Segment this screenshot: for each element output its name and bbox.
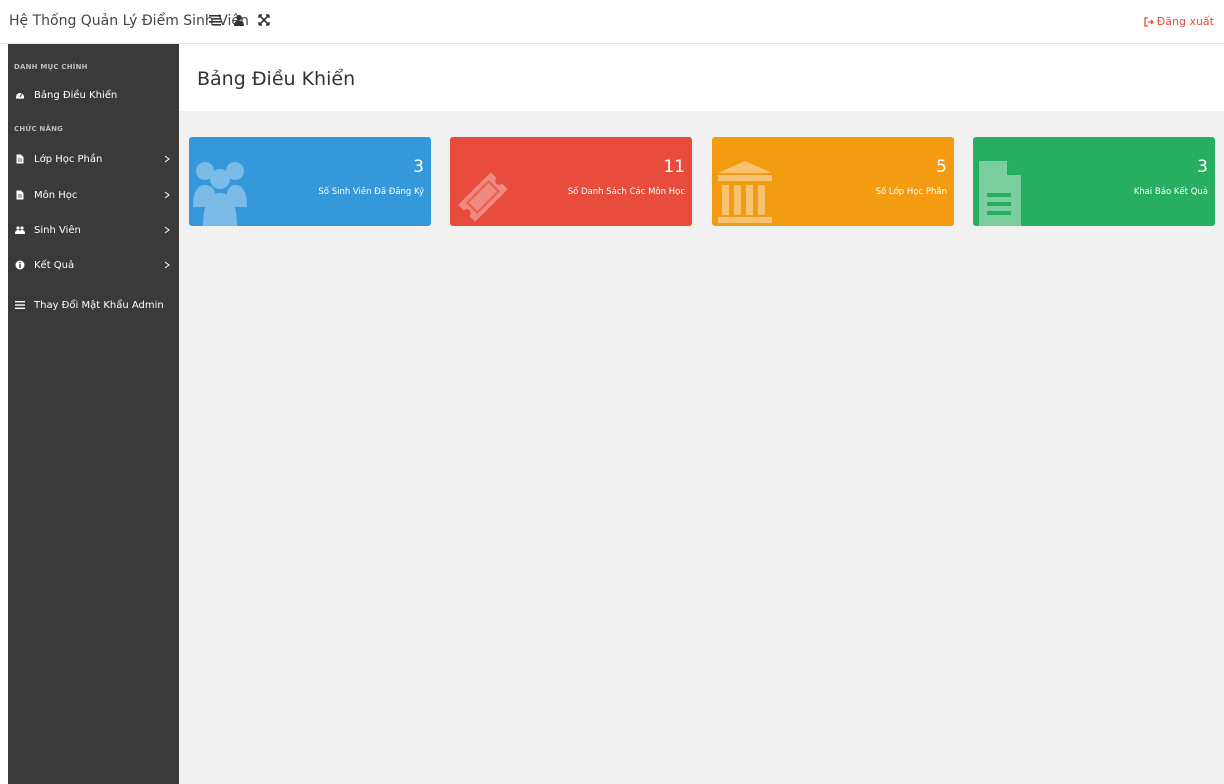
logout-label: Đăng xuất: [1156, 15, 1214, 28]
stat-label: Số Sinh Viên Đã Đăng Ký: [318, 187, 424, 197]
sidebar-item-label: Môn Học: [34, 189, 78, 201]
sidebar-item-change-password[interactable]: Thay Đổi Mật Khẩu Admin: [8, 290, 179, 320]
sign-out-icon: [1144, 16, 1154, 27]
sidebar-item-subjects[interactable]: Môn Học: [8, 180, 179, 210]
info-icon: [14, 259, 26, 271]
users-icon: [193, 162, 247, 226]
stat-label: Số Danh Sách Các Môn Học: [567, 187, 685, 197]
logout-link[interactable]: Đăng xuất: [1144, 15, 1214, 28]
users-icon: [14, 224, 26, 236]
stat-count: 11: [663, 157, 685, 177]
sidebar-item-label: Thay Đổi Mật Khẩu Admin: [34, 299, 164, 311]
stat-card-class-sections[interactable]: 5 Số Lớp Học Phần: [712, 137, 954, 226]
sidebar-item-label: Bảng Điều Khiển: [34, 89, 118, 101]
sidebar-item-students[interactable]: Sinh Viên: [8, 215, 179, 245]
chevron-right-icon: [163, 190, 171, 200]
stat-count: 3: [413, 157, 424, 177]
sidebar-section-main: DANH MỤC CHÍNH: [14, 63, 88, 71]
stat-count: 5: [936, 157, 947, 177]
sidebar-item-label: Kết Quả: [34, 259, 75, 271]
page-title: Bảng Điều Khiển: [197, 68, 356, 90]
file-icon: [14, 189, 26, 201]
stat-label: Số Lớp Học Phần: [875, 187, 947, 197]
sidebar: DANH MỤC CHÍNH Bảng Điều Khiển CHỨC NĂNG…: [8, 44, 179, 784]
chevron-right-icon: [163, 225, 171, 235]
chevron-right-icon: [163, 154, 171, 164]
main-content: Bảng Điều Khiển 3 Số Sinh Viên Đã Đăng K…: [179, 44, 1224, 784]
top-navbar: Hệ Thống Quản Lý Điểm Sinh Viên Đăng xuấ…: [0, 0, 1224, 44]
sidebar-item-label: Sinh Viên: [34, 224, 81, 236]
ticket-icon: [458, 172, 508, 222]
sidebar-section-functions: CHỨC NĂNG: [14, 125, 64, 133]
document-icon: [979, 161, 1021, 226]
institution-icon: [718, 161, 772, 223]
stat-label: Khai Báo Kết Quả: [1133, 187, 1208, 197]
list-icon[interactable]: [205, 10, 225, 30]
stat-card-subjects[interactable]: 11 Số Danh Sách Các Môn Học: [450, 137, 692, 226]
stat-card-students[interactable]: 3 Số Sinh Viên Đã Đăng Ký: [189, 137, 431, 226]
sidebar-item-results[interactable]: Kết Quả: [8, 250, 179, 280]
dashboard-icon: [14, 89, 26, 101]
sidebar-item-classes[interactable]: Lớp Học Phần: [8, 144, 179, 174]
sidebar-item-dashboard[interactable]: Bảng Điều Khiển: [8, 80, 179, 110]
list-icon: [14, 299, 26, 311]
stat-count: 3: [1197, 157, 1208, 177]
expand-icon[interactable]: [254, 10, 274, 30]
chevron-right-icon: [163, 260, 171, 270]
user-icon[interactable]: [229, 10, 249, 30]
stat-card-results[interactable]: 3 Khai Báo Kết Quả: [973, 137, 1215, 226]
file-icon: [14, 153, 26, 165]
page-header: Bảng Điều Khiển: [179, 44, 1224, 111]
sidebar-item-label: Lớp Học Phần: [34, 153, 103, 165]
